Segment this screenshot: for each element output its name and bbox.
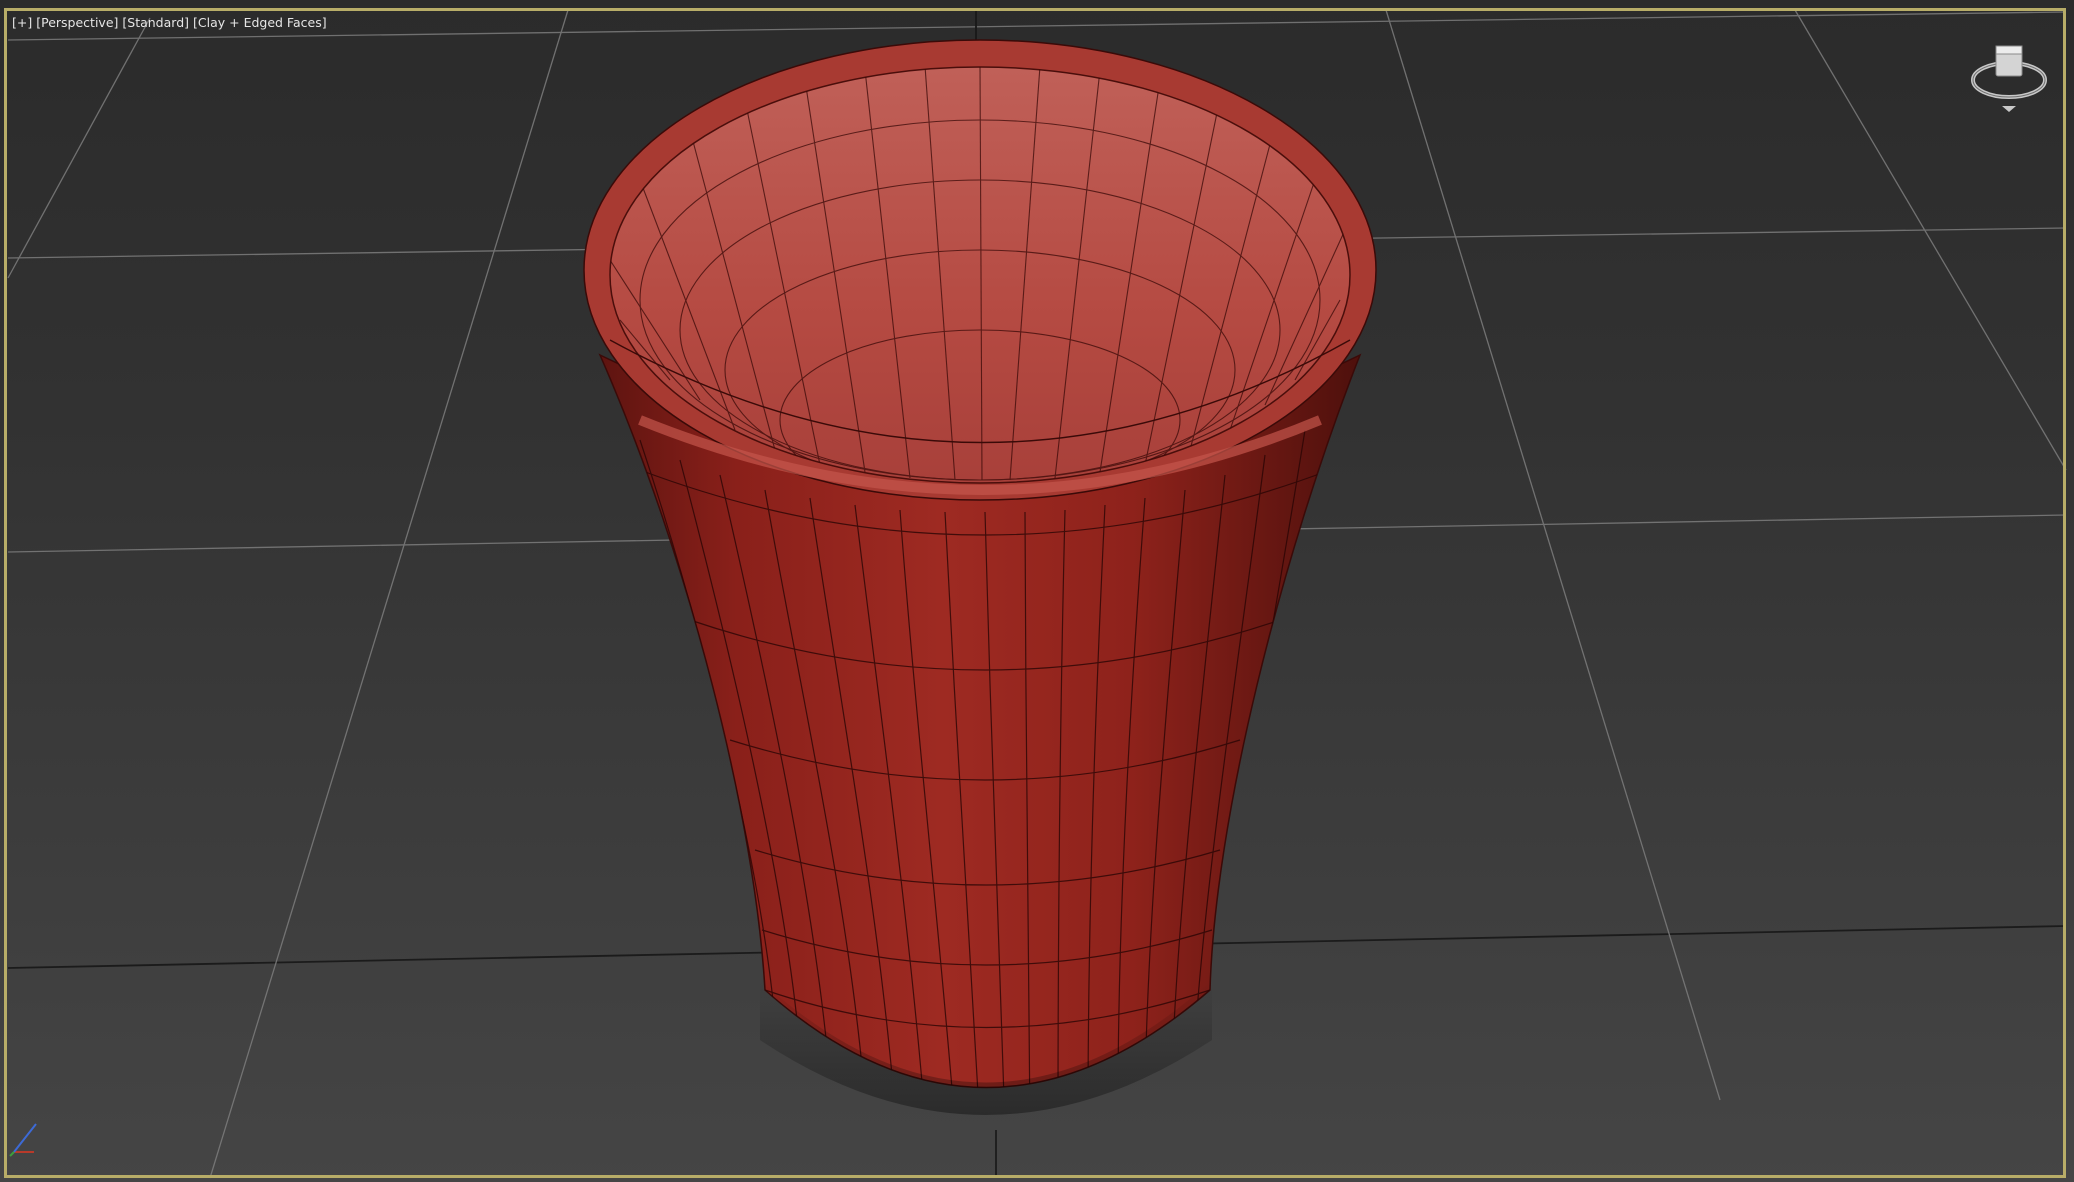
viewport-display-mode-button[interactable]: [Clay + Edged Faces] (193, 15, 327, 30)
cup-mesh (583, 39, 1377, 1115)
scene-canvas[interactable] (0, 0, 2074, 1182)
viewcube-icon[interactable] (1968, 38, 2050, 116)
perspective-viewport[interactable]: [+] [Perspective] [Standard] [Clay + Edg… (0, 0, 2074, 1182)
viewport-shading-style-button[interactable]: [Standard] (122, 15, 189, 30)
viewport-view-button[interactable]: [Perspective] (36, 15, 118, 30)
viewport-menu-button[interactable]: [+] (12, 15, 32, 30)
axis-tripod-icon (9, 1123, 37, 1157)
viewport-label: [+] [Perspective] [Standard] [Clay + Edg… (12, 15, 327, 30)
